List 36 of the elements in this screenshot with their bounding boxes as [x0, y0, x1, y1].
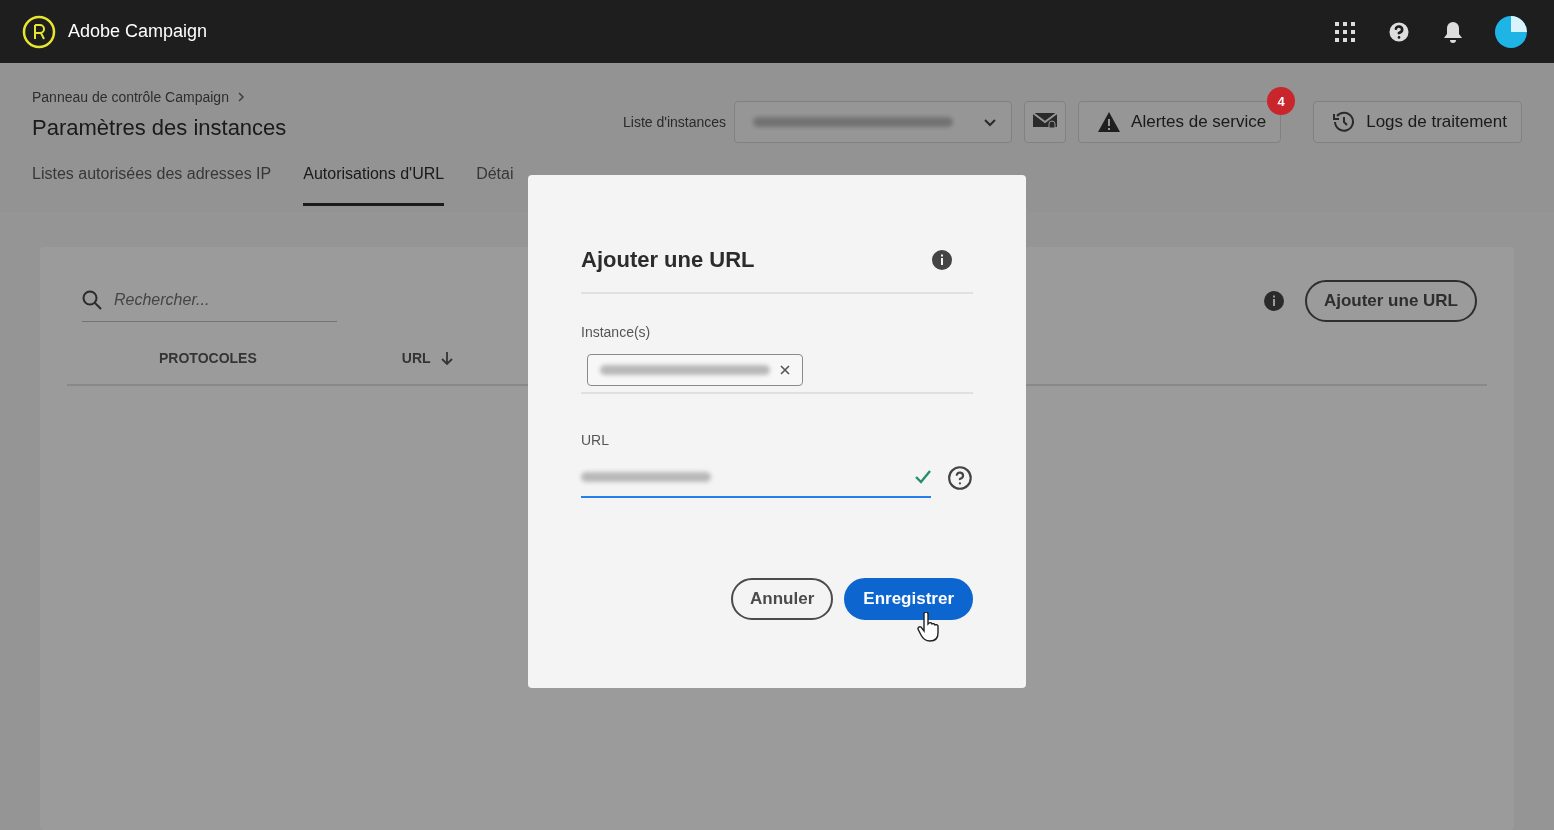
help-icon[interactable]	[947, 465, 973, 491]
breadcrumb-link[interactable]: Panneau de contrôle Campaign	[32, 89, 229, 105]
email-alert-button[interactable]	[1024, 101, 1067, 143]
close-icon	[780, 365, 790, 375]
field-label: Instance(s)	[581, 324, 652, 340]
checkmark-icon	[915, 470, 932, 484]
bell-icon[interactable]	[1442, 19, 1464, 44]
warning-icon	[1097, 111, 1122, 133]
avatar-icon[interactable]	[1494, 14, 1528, 49]
alert-count-badge: 4	[1267, 87, 1296, 115]
history-icon	[1332, 110, 1357, 134]
chevron-right-icon	[236, 91, 245, 103]
processing-logs-button[interactable]: Logs de traitement	[1313, 101, 1522, 143]
apps-grid-icon[interactable]	[1334, 20, 1356, 43]
logo-icon	[22, 14, 56, 49]
app-name: Adobe Campaign	[68, 21, 208, 42]
info-icon	[931, 249, 953, 271]
instance-list-label: Liste d'instances	[623, 114, 727, 130]
page-title: Paramètres des instances	[32, 115, 287, 141]
field-label: URL	[581, 432, 610, 448]
add-url-button[interactable]: Ajouter une URL	[1304, 279, 1477, 322]
save-button[interactable]: Enregistrer	[844, 578, 973, 620]
search-input[interactable]: Rechercher...	[112, 290, 312, 310]
column-header[interactable]: PROTOCOLES	[159, 350, 257, 366]
tab[interactable]: Détai	[476, 165, 514, 206]
info-icon	[1262, 289, 1285, 312]
remove-tag-button[interactable]	[780, 365, 790, 375]
chevron-down-icon	[983, 117, 998, 127]
column-header[interactable]: URL	[401, 350, 453, 366]
arrow-down-icon	[440, 351, 453, 365]
tab[interactable]: Listes autorisées des adresses IP	[32, 165, 272, 206]
hand-cursor-icon	[917, 612, 941, 642]
cancel-button[interactable]: Annuler	[731, 578, 834, 620]
search-icon	[82, 290, 102, 310]
dialog-title: Ajouter une URL	[581, 247, 755, 273]
tab[interactable]: Autorisations d'URL	[303, 165, 445, 206]
